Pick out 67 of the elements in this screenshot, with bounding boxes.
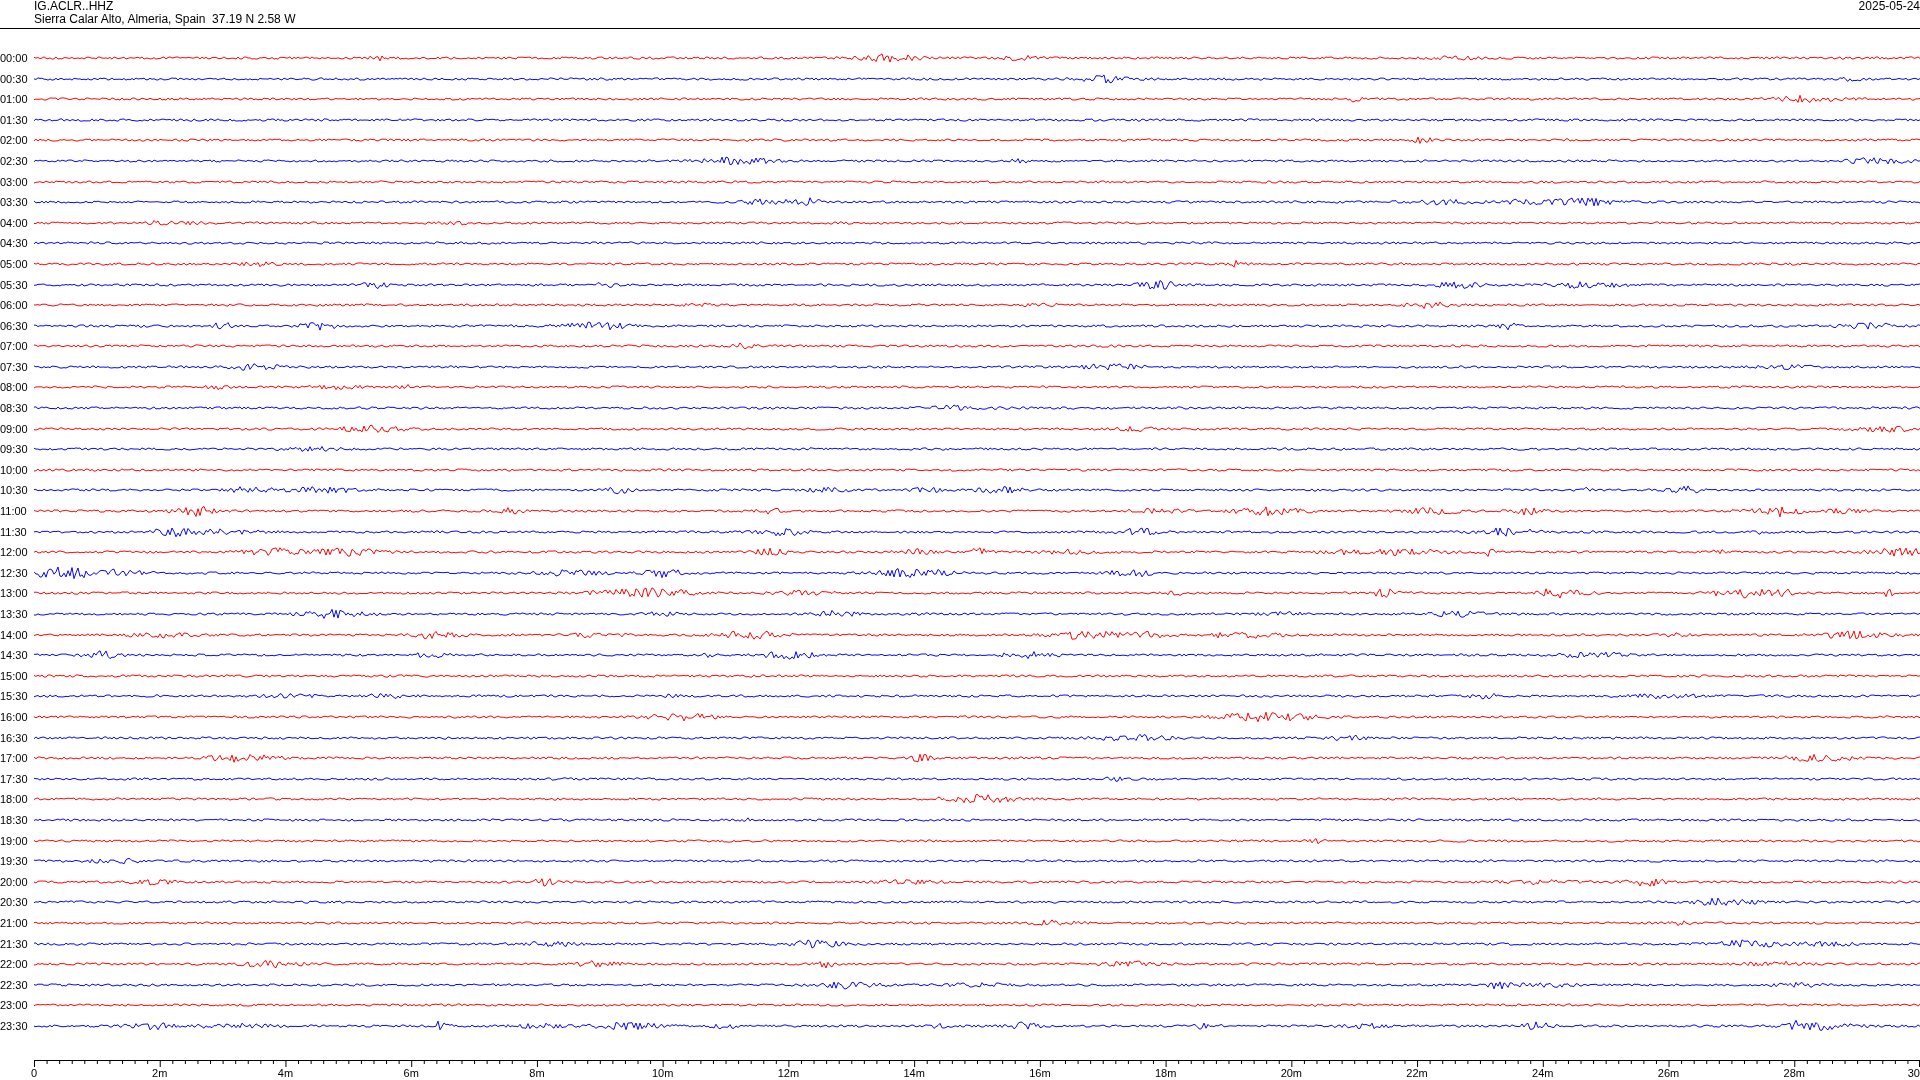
time-label: 14:30 <box>0 649 29 662</box>
time-label: 12:30 <box>0 566 29 579</box>
axis-tick-label: 20m <box>1280 1067 1303 1080</box>
axis-tick-label: 22m <box>1406 1067 1428 1080</box>
axis-tick-label: 8m <box>529 1067 545 1080</box>
time-label: 06:00 <box>0 299 29 312</box>
station-code: IG.ACLR..HHZ <box>34 0 115 13</box>
date-label: 2025-05-24 <box>1858 0 1920 13</box>
time-label: 08:30 <box>0 402 29 415</box>
time-label: 15:30 <box>0 690 29 703</box>
time-label: 20:00 <box>0 875 29 888</box>
time-label: 17:00 <box>0 752 29 765</box>
axis-tick-label: 10m <box>651 1067 674 1080</box>
time-label: 01:30 <box>0 113 29 126</box>
time-label: 13:00 <box>0 587 29 600</box>
time-label: 16:30 <box>0 731 29 744</box>
time-label: 22:00 <box>0 958 29 971</box>
axis-tick-label: 26m <box>1657 1067 1680 1080</box>
axis-tick-label: 12m <box>777 1067 800 1080</box>
time-label: 12:00 <box>0 546 29 559</box>
time-label: 11:30 <box>0 525 28 538</box>
time-label: 05:30 <box>0 278 29 291</box>
time-label: 19:30 <box>0 855 29 868</box>
time-label: 19:00 <box>0 834 29 847</box>
time-label: 22:30 <box>0 978 29 991</box>
time-label: 18:30 <box>0 813 29 826</box>
time-label: 23:00 <box>0 999 29 1012</box>
axis-tick-label: 2m <box>152 1067 168 1080</box>
time-label: 04:30 <box>0 237 29 250</box>
axis-tick-label: 14m <box>903 1067 925 1080</box>
time-label: 10:00 <box>0 463 29 476</box>
time-label: 11:00 <box>0 505 28 518</box>
time-label: 02:00 <box>0 134 29 147</box>
time-label: 17:30 <box>0 772 29 785</box>
time-label: 21:00 <box>0 916 29 929</box>
time-label: 15:00 <box>0 669 29 682</box>
time-label: 07:00 <box>0 340 29 353</box>
time-label: 01:00 <box>0 93 29 106</box>
axis-tick-label: 0 <box>30 1067 38 1080</box>
axis-tick-label: 16m <box>1029 1067 1051 1080</box>
time-label: 02:30 <box>0 154 29 167</box>
time-label: 13:30 <box>0 608 29 620</box>
station-location: Sierra Calar Alto, Almeria, Spain 37.19 N 2.58 W <box>34 13 296 26</box>
time-label: 10:30 <box>0 484 29 497</box>
time-label: 08:00 <box>0 381 29 394</box>
time-label: 23:30 <box>0 1019 29 1032</box>
axis-tick-label: 6m <box>403 1067 419 1080</box>
time-label: 07:30 <box>0 360 29 373</box>
time-label: 06:30 <box>0 319 29 332</box>
axis-tick-label: 28m <box>1783 1067 1805 1080</box>
time-label: 04:00 <box>0 216 29 229</box>
time-label: 00:30 <box>0 72 29 85</box>
time-label: 18:00 <box>0 793 29 806</box>
time-label: 03:00 <box>0 175 29 188</box>
time-label: 14:00 <box>0 628 29 641</box>
time-label: 09:30 <box>0 443 29 456</box>
time-label: 05:00 <box>0 257 29 270</box>
time-label: 00:00 <box>0 52 29 64</box>
axis-tick-label: 4m <box>277 1067 294 1080</box>
time-label: 09:00 <box>0 422 29 435</box>
time-label: 03:30 <box>0 196 29 209</box>
axis-tick-label: 18m <box>1154 1067 1177 1080</box>
time-label: 21:30 <box>0 937 29 950</box>
axis-tick-label: 24m <box>1532 1067 1554 1080</box>
time-label: 16:00 <box>0 711 29 723</box>
time-label: 20:30 <box>0 896 29 909</box>
axis-tick-label: 30 <box>1907 1067 1920 1080</box>
